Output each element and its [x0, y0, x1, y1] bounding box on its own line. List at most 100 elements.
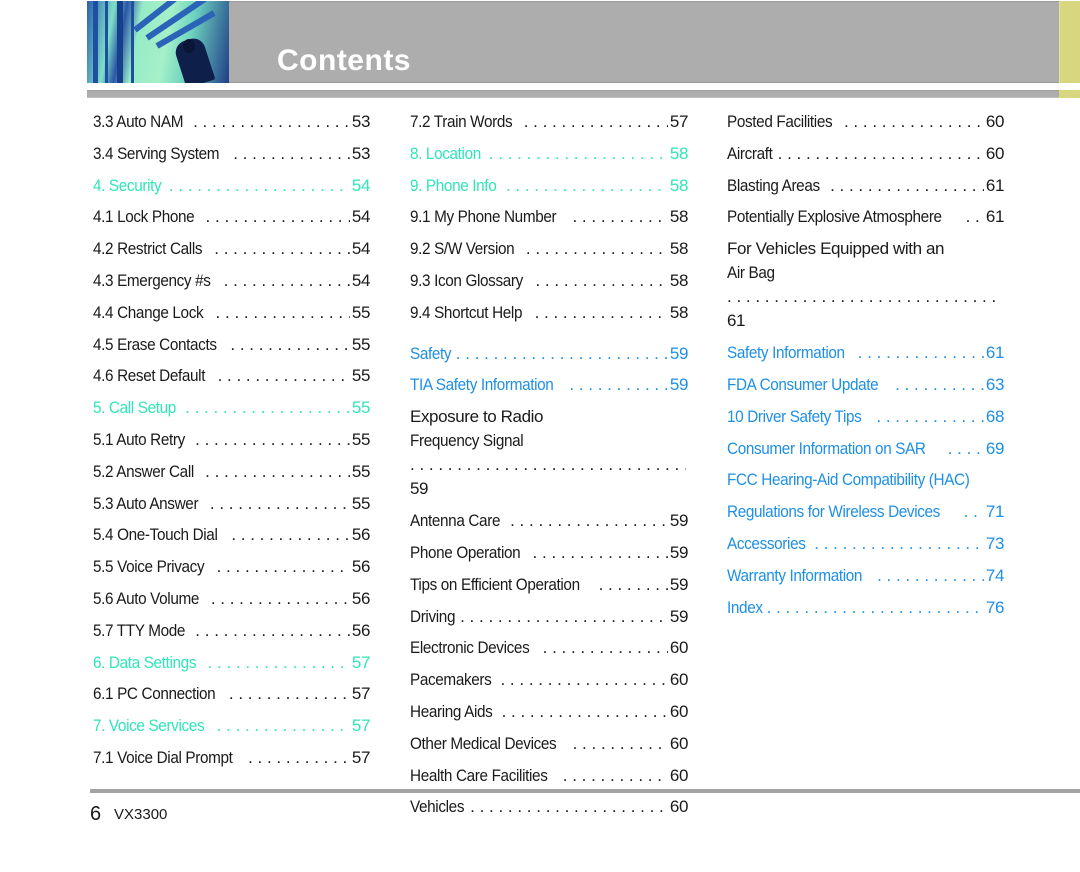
toc-entry[interactable]: 9. Phone Info 58	[410, 170, 688, 202]
dot-leader	[210, 488, 350, 520]
toc-entry[interactable]: Index 76	[727, 592, 1004, 624]
toc-entry[interactable]: 4.1 Lock Phone 54	[93, 201, 370, 233]
toc-entry[interactable]: 7. Voice Services 57	[93, 710, 370, 742]
toc-entry[interactable]: Blasting Areas 61	[727, 170, 1004, 202]
toc-entry[interactable]: Aircraft 60	[727, 138, 1004, 170]
toc-entry[interactable]: 5.3 Auto Answer 55	[93, 488, 370, 520]
toc-entry[interactable]: Vehicles 60	[410, 791, 688, 823]
toc-entry[interactable]: 7.1 Voice Dial Prompt 57	[93, 742, 370, 774]
toc-entry-title: Aircraft	[727, 143, 773, 163]
dot-leader	[510, 505, 668, 537]
toc-entry[interactable]: 6. Data Settings 57	[93, 647, 370, 679]
dot-leader	[248, 742, 350, 774]
dot-leader	[470, 791, 668, 823]
toc-entry[interactable]: 3.3 Auto NAM 53	[93, 106, 370, 138]
page-title: Contents	[277, 44, 411, 77]
dot-leader	[233, 138, 350, 170]
toc-entry[interactable]: TIA Safety Information 59	[410, 369, 688, 401]
toc-entry[interactable]: 4.5 Erase Contacts 55	[93, 329, 370, 361]
toc-entry[interactable]: 9.2 S/W Version 58	[410, 233, 688, 265]
dot-leader	[217, 710, 350, 742]
toc-entry[interactable]: 7.2 Train Words 57	[410, 106, 688, 138]
toc-entry[interactable]: 5.5 Voice Privacy 56	[93, 551, 370, 583]
toc-entry-title: 5.4 One-Touch Dial	[93, 525, 218, 545]
toc-entry[interactable]: 5.2 Answer Call 55	[93, 456, 370, 488]
dot-leader	[502, 696, 668, 728]
toc-entry[interactable]: 4.6 Reset Default 55	[93, 360, 370, 392]
toc-entry[interactable]: FDA Consumer Update 63	[727, 369, 1004, 401]
toc-entry[interactable]: Phone Operation 59	[410, 537, 688, 569]
toc-entry[interactable]: Antenna Care 59	[410, 505, 688, 537]
toc-entry-title: 5. Call Setup	[93, 398, 176, 418]
toc-entry[interactable]: Safety 59	[410, 338, 688, 370]
toc-entry-page: 63	[985, 374, 1005, 394]
toc-entry[interactable]: For Vehicles Equipped with an Air Bag 61	[727, 233, 1004, 337]
toc-entry[interactable]: 6.1 PC Connection 57	[93, 678, 370, 710]
toc-entry[interactable]: 4. Security 54	[93, 170, 370, 202]
toc-entry[interactable]: Consumer Information on SAR 69	[727, 433, 1004, 465]
toc-entry-page: 58	[669, 207, 689, 227]
toc-entry[interactable]: 5.7 TTY Mode 56	[93, 615, 370, 647]
toc-entry-title: 5.2 Answer Call	[93, 461, 194, 481]
toc-entry-page: 55	[351, 334, 371, 354]
toc-entry[interactable]: Regulations for Wireless Devices 71	[727, 496, 1004, 528]
toc-entry[interactable]: 9.4 Shortcut Help 58	[410, 297, 688, 329]
toc-entry-page: 61	[985, 207, 1005, 227]
toc-entry[interactable]: 10 Driver Safety Tips 68	[727, 401, 1004, 433]
toc-entry[interactable]: 5.6 Auto Volume 56	[93, 583, 370, 615]
toc-entry[interactable]: FCC Hearing-Aid Compatibility (HAC)	[727, 464, 1004, 496]
toc-entry[interactable]: Driving 59	[410, 601, 688, 633]
toc-entry-page: 58	[669, 270, 689, 290]
dot-leader	[844, 106, 984, 138]
toc-entry-page: 55	[351, 366, 371, 386]
toc-entry[interactable]: Health Care Facilities 60	[410, 760, 688, 792]
toc-entry[interactable]: Pacemakers 60	[410, 664, 688, 696]
toc-entry[interactable]: Posted Facilities 60	[727, 106, 1004, 138]
toc-entry[interactable]: 9.1 My Phone Number 58	[410, 201, 688, 233]
dot-leader	[456, 338, 668, 370]
toc-entry[interactable]: 8. Location 58	[410, 138, 688, 170]
dot-leader	[573, 728, 668, 760]
dot-leader	[948, 433, 984, 465]
dot-leader	[524, 106, 668, 138]
dot-leader	[500, 664, 667, 696]
toc-entry[interactable]: Exposure to Radio Frequency Signal 59	[410, 401, 688, 505]
toc-entry-page: 59	[669, 343, 689, 363]
toc-entry-title: 5.3 Auto Answer	[93, 493, 199, 513]
toc-entry[interactable]: 5.1 Auto Retry 55	[93, 424, 370, 456]
toc-entry[interactable]: Tips on Efficient Operation 59	[410, 569, 688, 601]
toc-entry-title: Driving	[410, 606, 456, 626]
toc-entry-title: Regulations for Wireless Devices	[727, 502, 940, 522]
toc-entry-title: 4.3 Emergency #s	[93, 270, 211, 290]
toc-entry[interactable]: Hearing Aids 60	[410, 696, 688, 728]
toc-entry-page: 74	[985, 565, 1005, 585]
toc-entry[interactable]: Warranty Information 74	[727, 560, 1004, 592]
toc-entry-title-line1: Exposure to Radio	[410, 407, 544, 427]
toc-entry[interactable]: 4.3 Emergency #s 54	[93, 265, 370, 297]
toc-entry[interactable]: Other Medical Devices 60	[410, 728, 688, 760]
dot-leader	[214, 233, 350, 265]
toc-entry-page: 55	[351, 302, 371, 322]
toc-entry[interactable]: Potentially Explosive Atmosphere 61	[727, 201, 1004, 233]
toc-entry-page: 57	[351, 747, 371, 767]
toc-entry-title: 6.1 PC Connection	[93, 684, 216, 704]
dot-leader	[599, 569, 668, 601]
toc-entry[interactable]: 5. Call Setup 55	[93, 392, 370, 424]
toc-entry[interactable]: 9.3 Icon Glossary 58	[410, 265, 688, 297]
toc-entry-page: 60	[669, 733, 689, 753]
photo-stripe	[93, 1, 98, 83]
toc-entry[interactable]: Safety Information 61	[727, 337, 1004, 369]
toc-entry[interactable]: Electronic Devices 60	[410, 632, 688, 664]
toc-entry-title: 5.7 TTY Mode	[93, 620, 186, 640]
toc-entry[interactable]: 5.4 One-Touch Dial 56	[93, 519, 370, 551]
toc-entry[interactable]: Accessories 73	[727, 528, 1004, 560]
photo-stripe	[117, 1, 123, 83]
toc-entry[interactable]: 3.4 Serving System 53	[93, 138, 370, 170]
dot-leader	[533, 537, 668, 569]
toc-entry-page: 73	[985, 533, 1005, 553]
toc-entry[interactable]: 4.4 Change Lock 55	[93, 297, 370, 329]
toc-entry-page: 55	[351, 429, 371, 449]
toc-entry-page: 55	[351, 461, 371, 481]
toc-entry-title: Vehicles	[410, 797, 465, 817]
toc-entry[interactable]: 4.2 Restrict Calls 54	[93, 233, 370, 265]
